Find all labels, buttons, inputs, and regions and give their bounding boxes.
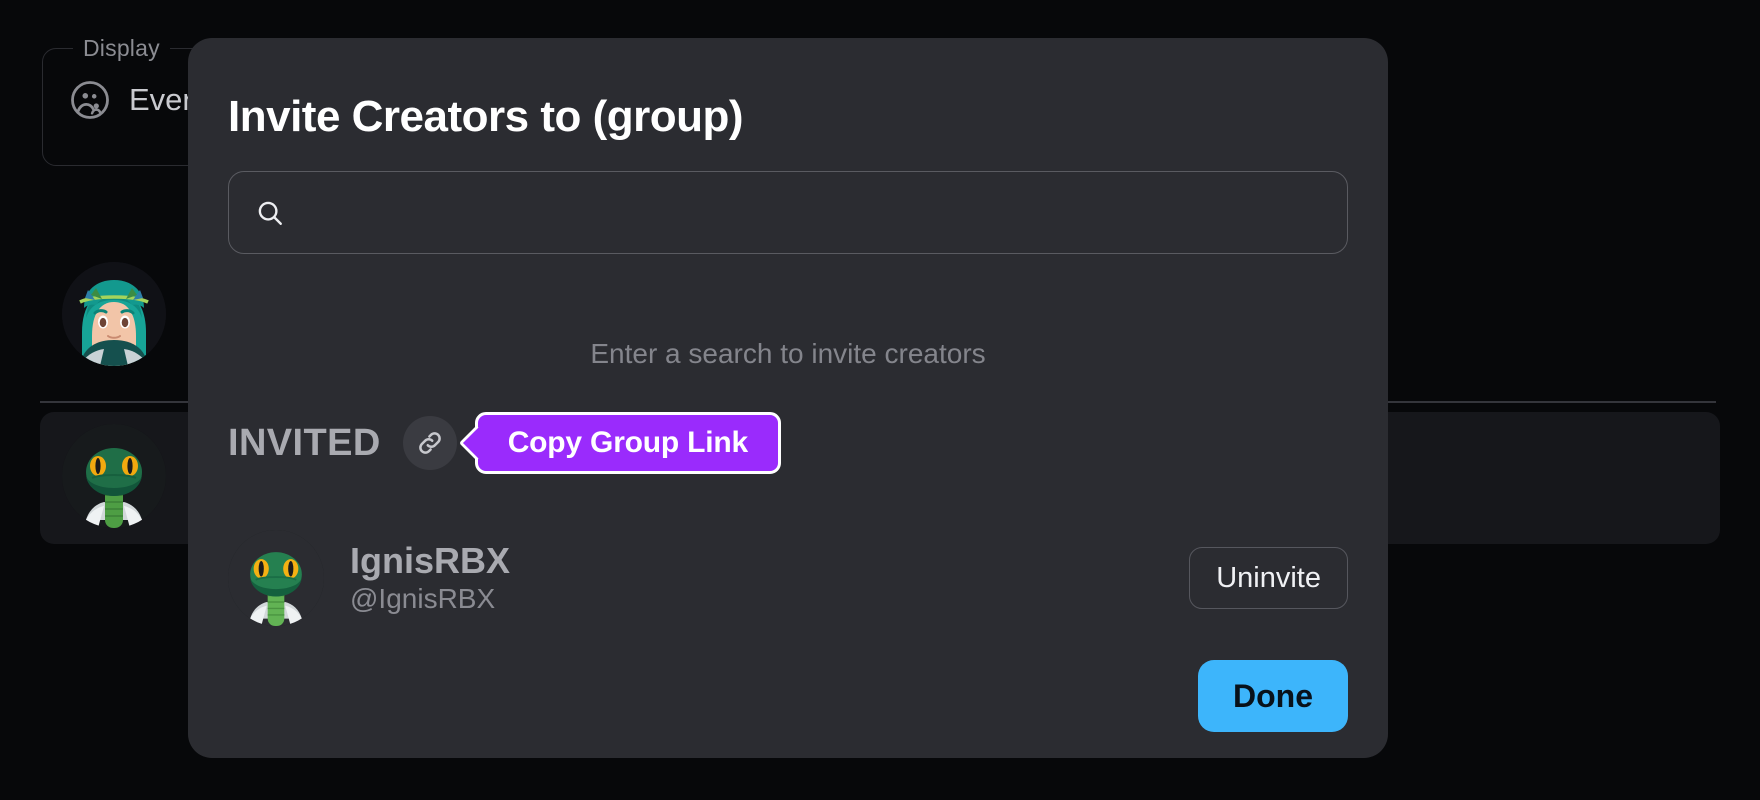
link-chain-icon [418,432,441,454]
search-icon [258,201,282,225]
empty-state-hint: Enter a search to invite creators [590,338,986,369]
done-button[interactable]: Done [1198,660,1348,732]
member-name-block: IgnisRBX @IgnisRBX [350,540,511,615]
display-fieldset-legend: Display [73,35,170,62]
avatar-anime-green-hair-icon [62,262,166,366]
member-handle: @IgnisRBX [350,583,496,615]
invited-member-row: IgnisRBX @IgnisRBX Uninvite [228,528,1348,628]
invited-section-header: INVITED Copy Group Link [228,411,782,475]
invited-label: INVITED [228,421,381,464]
background-avatar [62,262,166,366]
uninvite-button[interactable]: Uninvite [1189,547,1348,609]
copy-group-link-tooltip-label: Copy Group Link [507,426,749,459]
member-display-name: IgnisRBX [350,540,511,582]
copy-group-link-tooltip[interactable]: Copy Group Link [474,412,782,474]
background-avatar [62,424,166,528]
avatar-green-snake-icon [62,424,166,528]
modal-title: Invite Creators to (group) [228,92,744,141]
screen-root: Display Everyone [0,0,1760,800]
copy-group-link-button[interactable] [402,416,457,470]
search-input[interactable] [301,172,1321,253]
people-group-icon [71,81,109,119]
search-box[interactable] [228,171,1348,254]
invite-creators-modal: Invite Creators to (group) Enter a searc… [188,38,1388,758]
avatar [228,530,324,626]
avatar-green-snake-icon [228,530,324,626]
